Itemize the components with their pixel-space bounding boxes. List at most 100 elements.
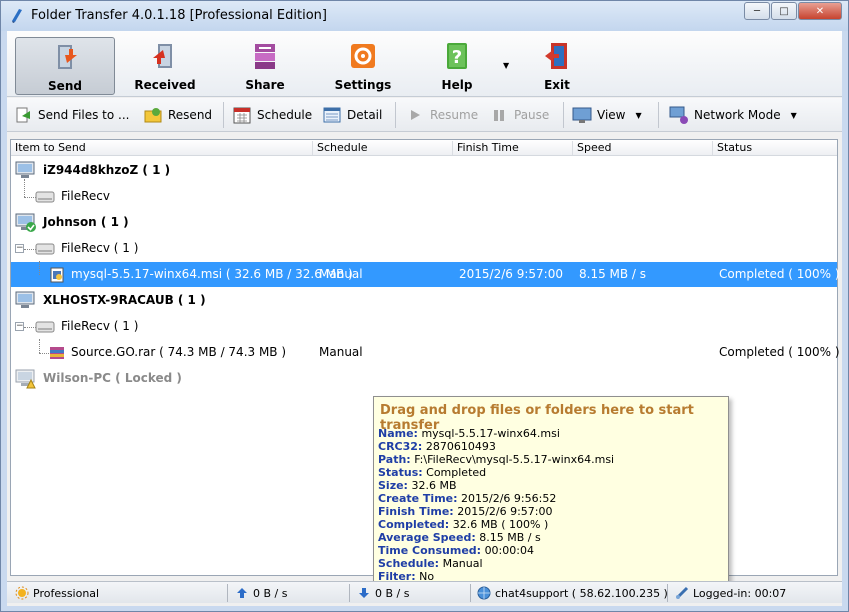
folder-name: FileRecv ( 1 )	[61, 241, 139, 255]
column-item[interactable]: Item to Send	[11, 141, 313, 155]
edition-status: Professional	[15, 586, 99, 600]
exit-label: Exit	[544, 78, 570, 92]
upload-speed-value: 0 B / s	[253, 586, 288, 600]
resume-button[interactable]: Resume	[405, 104, 478, 126]
minimize-button[interactable]: ─	[744, 2, 770, 20]
user-label: chat4support ( 58.62.100.235 )	[495, 586, 668, 600]
tooltip-line: Create Time: 2015/2/6 9:56:52	[378, 492, 557, 505]
tooltip-line: Path: F:\FileRecv\mysql-5.5.17-winx64.ms…	[378, 453, 615, 466]
view-label: View	[597, 108, 626, 122]
help-button[interactable]: ? Help	[407, 37, 507, 95]
computer-icon	[15, 291, 35, 308]
client-area: Send Received Share Settings ? Help ▼ Ex…	[7, 31, 842, 606]
svg-text:?: ?	[452, 47, 462, 68]
send-icon	[58, 45, 77, 69]
detail-label: Detail	[347, 108, 383, 122]
installer-file-icon	[50, 267, 64, 283]
list-item[interactable]: iZ944d8khzoZ ( 1 )	[11, 158, 837, 183]
table-row[interactable]: Source.GO.rar ( 74.3 MB / 74.3 MB ) Manu…	[11, 340, 840, 365]
file-schedule: Manual	[319, 267, 363, 281]
list-item[interactable]: Johnson ( 1 )	[11, 210, 837, 235]
drive-icon	[35, 191, 55, 203]
column-finish-time[interactable]: Finish Time	[453, 141, 573, 155]
received-button[interactable]: Received	[115, 37, 215, 95]
table-row[interactable]: mysql-5.5.17-winx64.msi ( 32.6 MB / 32.6…	[11, 262, 840, 287]
status-bar: Professional 0 B / s 0 B / s chat4suppor…	[7, 581, 842, 603]
send-button[interactable]: Send	[15, 37, 115, 95]
folder-name: FileRecv ( 1 )	[61, 319, 139, 333]
tooltip-line: Name: mysql-5.5.17-winx64.msi	[378, 427, 560, 440]
archive-file-icon	[50, 347, 64, 359]
resend-icon	[143, 105, 163, 125]
resend-button[interactable]: Resend	[143, 104, 212, 126]
view-button[interactable]: View ▼	[572, 104, 642, 126]
computer-online-icon	[15, 213, 36, 232]
window-title: Folder Transfer 4.0.1.18 [Professional E…	[31, 8, 327, 23]
computer-icon	[15, 161, 35, 178]
network-mode-dropdown-icon[interactable]: ▼	[791, 111, 797, 120]
sun-icon	[15, 586, 29, 600]
network-mode-button[interactable]: Network Mode ▼	[669, 104, 797, 126]
action-toolbar: Send Files to ... Resend Schedule Detail…	[7, 98, 842, 132]
help-label: Help	[441, 78, 473, 92]
schedule-label: Schedule	[257, 108, 313, 122]
help-icon: ?	[447, 43, 467, 69]
drive-icon	[35, 321, 55, 333]
drive-icon	[35, 243, 55, 255]
tooltip-line: Average Speed: 8.15 MB / s	[378, 531, 541, 544]
schedule-button[interactable]: Schedule	[232, 104, 312, 126]
column-status[interactable]: Status	[713, 141, 831, 155]
play-icon	[405, 105, 425, 125]
app-logo-icon	[12, 9, 22, 23]
exit-button[interactable]: Exit	[507, 37, 607, 95]
upload-arrow-icon	[235, 586, 249, 600]
list-item[interactable]: Wilson-PC ( Locked )	[11, 366, 837, 391]
tooltip-line: CRC32: 2870610493	[378, 440, 496, 453]
host-name: iZ944d8khzoZ ( 1 )	[43, 163, 171, 177]
calendar-icon	[232, 105, 252, 125]
list-item[interactable]: FileRecv ( 1 )	[11, 314, 837, 339]
title-bar[interactable]: Folder Transfer 4.0.1.18 [Professional E…	[1, 1, 848, 31]
pause-button[interactable]: Pause	[489, 104, 549, 126]
settings-label: Settings	[334, 78, 392, 92]
toolbar-separator	[563, 102, 564, 128]
tooltip-line: Time Consumed: 00:00:04	[378, 544, 534, 557]
send-files-button[interactable]: Send Files to ...	[13, 104, 130, 126]
list-item[interactable]: FileRecv	[11, 184, 837, 209]
list-item[interactable]: XLHOSTX-9RACAUB ( 1 )	[11, 288, 837, 313]
minimize-icon: ─	[753, 5, 761, 17]
maximize-button[interactable]: □	[771, 2, 797, 20]
download-speed: 0 B / s	[357, 586, 409, 600]
send-label: Send	[48, 79, 82, 93]
list-item[interactable]: FileRecv ( 1 )	[11, 236, 837, 261]
network-mode-label: Network Mode	[694, 108, 781, 122]
detail-button[interactable]: Detail	[322, 104, 382, 126]
host-name: XLHOSTX-9RACAUB ( 1 )	[43, 293, 206, 307]
list-header: Item to Send Schedule Finish Time Speed …	[11, 140, 837, 156]
main-toolbar: Send Received Share Settings ? Help ▼ Ex…	[7, 31, 842, 97]
send-files-label: Send Files to ...	[38, 108, 130, 122]
close-button[interactable]: ✕	[798, 2, 842, 20]
upload-speed: 0 B / s	[235, 586, 287, 600]
app-window: Folder Transfer 4.0.1.18 [Professional E…	[0, 0, 849, 612]
received-icon	[153, 44, 172, 68]
tooltip-line: Schedule: Manual	[378, 557, 483, 570]
detail-icon	[322, 105, 342, 125]
resend-label: Resend	[168, 108, 213, 122]
settings-button[interactable]: Settings	[313, 37, 413, 95]
file-status: Completed ( 100% )	[719, 345, 840, 359]
resume-label: Resume	[430, 108, 479, 122]
login-status: Logged-in: 00:07	[675, 586, 786, 600]
transfer-list[interactable]: Item to Send Schedule Finish Time Speed …	[10, 139, 840, 590]
globe-user-icon	[477, 586, 491, 600]
pause-icon	[489, 105, 509, 125]
share-button[interactable]: Share	[215, 37, 315, 95]
maximize-icon: □	[779, 5, 789, 17]
column-speed[interactable]: Speed	[573, 141, 713, 155]
file-name: Source.GO.rar ( 74.3 MB / 74.3 MB )	[71, 345, 287, 359]
host-name: Johnson ( 1 )	[43, 215, 129, 229]
settings-icon	[351, 44, 375, 68]
column-schedule[interactable]: Schedule	[313, 141, 453, 155]
view-dropdown-icon[interactable]: ▼	[635, 111, 641, 120]
file-status: Completed ( 100% )	[719, 267, 840, 281]
